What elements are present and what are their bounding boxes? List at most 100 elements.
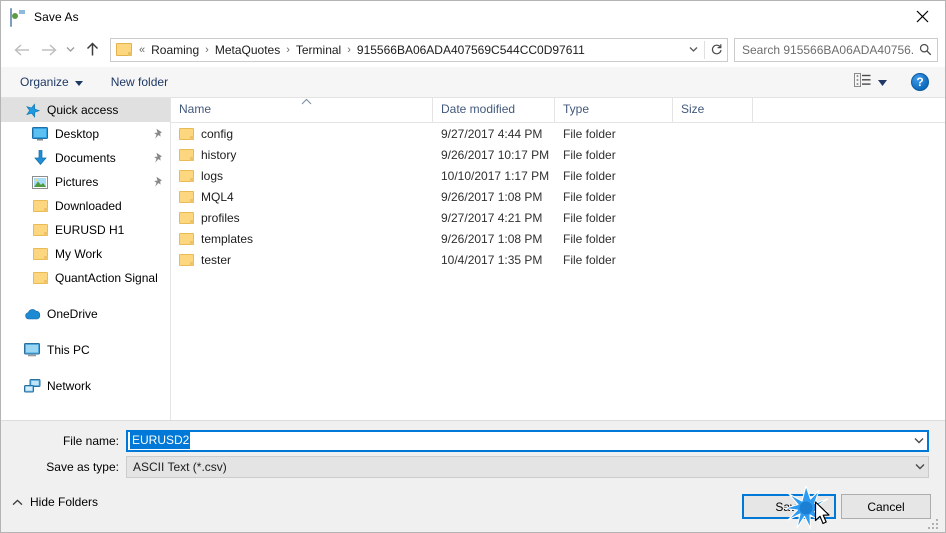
up-icon[interactable] <box>79 37 105 63</box>
save-as-type-label: Save as type: <box>46 459 119 474</box>
sidebar-item-this-pc[interactable]: This PC <box>1 338 170 362</box>
sidebar-item-onedrive[interactable]: OneDrive <box>1 302 170 326</box>
file-name-text: templates <box>201 231 254 246</box>
pin-icon[interactable] <box>153 176 164 188</box>
sidebar-item-label: My Work <box>55 247 103 261</box>
table-row[interactable]: config 9/27/2017 4:44 PM File folder <box>171 123 945 144</box>
view-layout-icon <box>854 72 871 92</box>
hide-folders-button[interactable]: Hide Folders <box>12 490 98 514</box>
desktop-icon <box>31 124 49 144</box>
form-area: File name: EURUSD2 Save as type: ASCII T… <box>1 420 945 488</box>
table-row[interactable]: templates 9/26/2017 1:08 PM File folder <box>171 228 945 249</box>
star-icon <box>23 100 41 120</box>
column-header-name[interactable]: Name <box>171 97 433 122</box>
sidebar-item-downloaded[interactable]: Downloaded <box>1 194 170 218</box>
sidebar-item-quick-access[interactable]: Quick access <box>1 98 170 122</box>
save-as-type-select[interactable]: ASCII Text (*.csv) <box>126 455 929 478</box>
new-folder-button[interactable]: New folder <box>104 71 175 93</box>
folder-icon <box>179 253 194 266</box>
this-pc-icon <box>23 340 41 360</box>
file-type-cell: File folder <box>563 252 616 267</box>
table-row[interactable]: logs 10/10/2017 1:17 PM File folder <box>171 165 945 186</box>
search-input[interactable] <box>735 42 913 57</box>
close-icon[interactable] <box>899 1 945 32</box>
file-name-value[interactable]: EURUSD2 <box>130 432 191 449</box>
address-bar[interactable]: « Roaming › MetaQuotes › Terminal › 9155… <box>110 37 728 62</box>
dialog-body: Quick access Desktop Documents Pictures Down… <box>1 97 945 420</box>
sidebar-item-pictures[interactable]: Pictures <box>1 170 170 194</box>
breadcrumb-overflow[interactable]: « <box>136 39 148 61</box>
file-rows-container: config 9/27/2017 4:44 PM File folder histor… <box>171 123 945 270</box>
breadcrumb-separator[interactable]: › <box>283 39 293 61</box>
sidebar-item-documents[interactable]: Documents <box>1 146 170 170</box>
file-list-pane: Name Date modified Type Size config 9/27/… <box>171 97 945 420</box>
pin-icon[interactable] <box>153 152 164 164</box>
file-type-cell: File folder <box>563 168 616 183</box>
organize-button[interactable]: Organize <box>13 71 90 93</box>
table-row[interactable]: history 9/26/2017 10:17 PM File folder <box>171 144 945 165</box>
save-as-type-value: ASCII Text (*.csv) <box>133 459 227 474</box>
file-date-cell: 9/26/2017 1:08 PM <box>441 231 543 246</box>
cancel-button[interactable]: Cancel <box>841 494 931 519</box>
column-header-type[interactable]: Type <box>555 97 673 122</box>
file-name-cell: config <box>171 127 433 141</box>
save-as-dialog: Save As « Roaming › MetaQuotes › Termina… <box>0 0 946 533</box>
file-name-input[interactable]: EURUSD2 <box>126 429 929 452</box>
breadcrumb-terminal-id[interactable]: 915566BA06ADA407569C544CC0D97611 <box>354 39 588 61</box>
address-folder-icon <box>116 43 132 56</box>
file-date-cell: 9/27/2017 4:21 PM <box>441 210 543 225</box>
folder-icon <box>179 148 194 161</box>
file-date-cell: 10/10/2017 1:17 PM <box>441 168 550 183</box>
table-row[interactable]: profiles 9/27/2017 4:21 PM File folder <box>171 207 945 228</box>
sidebar-item-my-work[interactable]: My Work <box>1 242 170 266</box>
file-name-text: profiles <box>201 210 240 225</box>
sidebar-item-label: Documents <box>55 151 116 165</box>
file-type-cell: File folder <box>563 210 616 225</box>
forward-icon[interactable] <box>35 37 61 63</box>
file-name-cell: profiles <box>171 211 433 225</box>
search-box[interactable] <box>734 37 938 62</box>
file-name-chevron-down-icon[interactable] <box>910 437 927 444</box>
resize-grip[interactable] <box>928 516 941 529</box>
view-mode-button[interactable] <box>848 69 893 96</box>
sidebar-item-quantaction-signal[interactable]: QuantAction Signal <box>1 266 170 290</box>
sidebar-item-label: This PC <box>47 343 90 357</box>
window-title: Save As <box>34 9 79 24</box>
column-header-date-modified[interactable]: Date modified <box>433 97 555 122</box>
refresh-icon[interactable] <box>705 39 727 61</box>
organize-label: Organize <box>20 75 69 89</box>
table-row[interactable]: MQL4 9/26/2017 1:08 PM File folder <box>171 186 945 207</box>
file-date-cell: 9/27/2017 4:44 PM <box>441 126 543 141</box>
back-icon[interactable] <box>9 37 35 63</box>
folder-icon <box>31 196 49 216</box>
column-header-row: Name Date modified Type Size <box>171 97 945 123</box>
help-button[interactable]: ? <box>911 73 929 91</box>
file-name-row: File name: EURUSD2 <box>1 429 945 452</box>
breadcrumb-terminal[interactable]: Terminal <box>293 39 344 61</box>
sidebar-item-eurusd-h1[interactable]: EURUSD H1 <box>1 218 170 242</box>
folder-icon <box>31 244 49 264</box>
breadcrumb-metaquotes[interactable]: MetaQuotes <box>212 39 283 61</box>
breadcrumb-separator[interactable]: › <box>344 39 354 61</box>
sidebar-item-label: Network <box>47 379 92 393</box>
breadcrumb-roaming[interactable]: Roaming <box>148 39 202 61</box>
file-date-cell: 9/26/2017 1:08 PM <box>441 189 543 204</box>
column-header-size[interactable]: Size <box>673 97 753 122</box>
recent-locations-chevron-down-icon[interactable] <box>61 37 79 63</box>
sidebar-item-label: OneDrive <box>47 307 98 321</box>
file-date-cell: 10/4/2017 1:35 PM <box>441 252 543 267</box>
save-as-type-chevron-down-icon[interactable] <box>911 463 928 470</box>
sidebar-item-network[interactable]: Network <box>1 374 170 398</box>
address-chevron-down-icon[interactable] <box>682 39 704 61</box>
view-mode-chevron-down-icon <box>878 73 887 91</box>
file-name-text: logs <box>201 168 224 183</box>
table-row[interactable]: tester 10/4/2017 1:35 PM File folder <box>171 249 945 270</box>
breadcrumb-separator[interactable]: › <box>202 39 212 61</box>
folder-icon <box>179 169 194 182</box>
pin-icon[interactable] <box>153 128 164 140</box>
search-icon[interactable] <box>913 43 937 56</box>
file-name-text: history <box>201 147 237 162</box>
save-button[interactable]: Save <box>742 494 836 519</box>
sidebar-item-desktop[interactable]: Desktop <box>1 122 170 146</box>
pictures-icon <box>31 172 49 192</box>
